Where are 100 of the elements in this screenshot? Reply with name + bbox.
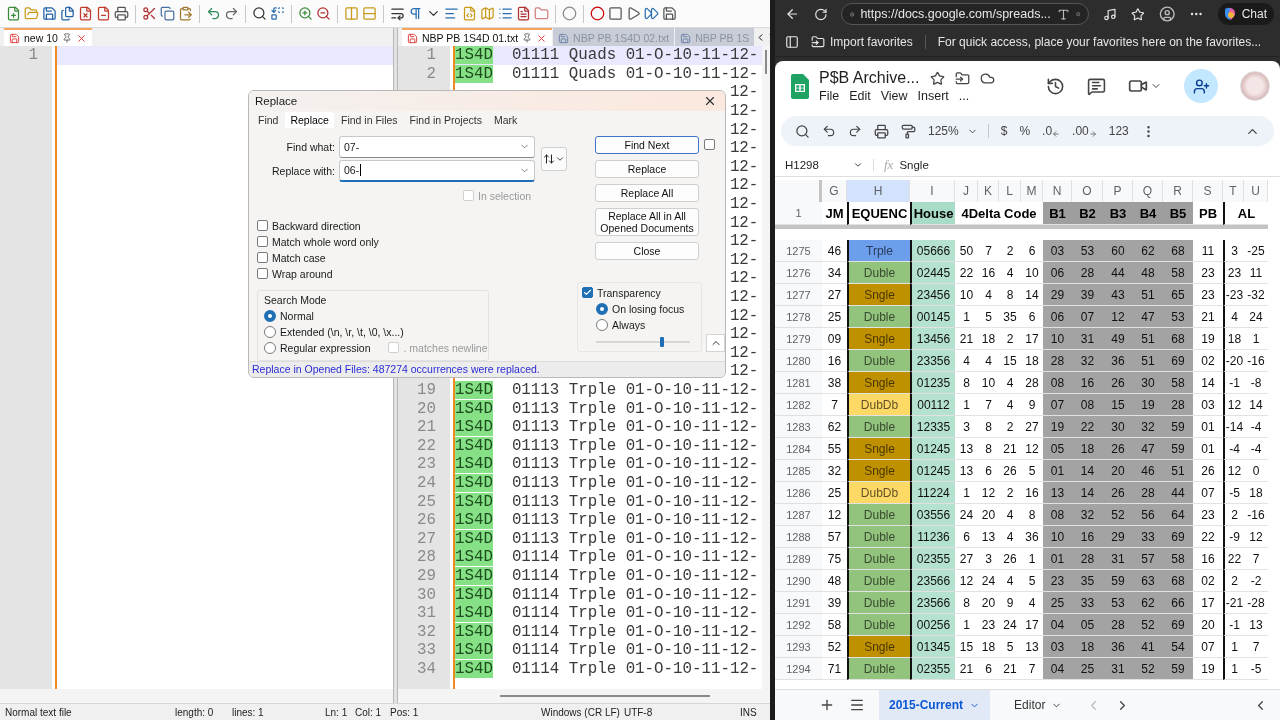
list-icon[interactable] [498,6,513,21]
file-minus-icon[interactable] [96,6,111,21]
scissors-icon[interactable] [142,6,157,21]
row-header[interactable]: 1282 [775,394,822,416]
radio-button[interactable] [596,318,608,331]
replace-icon[interactable] [270,6,285,21]
play-icon[interactable] [626,6,641,21]
checkbox[interactable] [257,236,268,248]
files-icon[interactable] [60,6,75,21]
dialog-tab[interactable]: Replace [285,111,334,128]
row-header[interactable]: 1294 [775,658,822,680]
checkbox[interactable] [257,220,268,232]
folder-icon[interactable] [534,6,549,21]
copy-icon[interactable] [160,6,175,21]
radio-button[interactable] [264,341,276,354]
column-header[interactable]: U [1244,180,1268,202]
music-icon[interactable] [1103,6,1117,22]
comment-icon[interactable] [1087,76,1106,96]
format-button[interactable]: % [1019,124,1031,138]
menu-item[interactable]: ... [958,89,970,103]
dialog-tab[interactable]: Mark [488,111,523,128]
row-header[interactable]: 1281 [775,372,822,394]
format-button[interactable]: $ [1000,124,1008,138]
profile-icon[interactable] [1158,5,1176,23]
checkbox[interactable] [257,252,268,264]
scrollbar[interactable] [0,689,393,703]
format-button[interactable]: 123 [1108,124,1129,138]
row-header[interactable]: 1280 [775,350,822,372]
row-header[interactable]: 1288 [775,526,822,548]
row-header[interactable]: 1284 [775,438,822,460]
row-header[interactable]: 1 [775,202,822,225]
scrollbar[interactable] [398,689,770,703]
add-sheet-icon[interactable] [819,697,835,713]
sheet-tab[interactable]: Editor [1004,690,1073,720]
favorites-icon[interactable] [1130,6,1145,22]
menu-item[interactable]: View [880,89,908,103]
close-file-icon[interactable] [78,6,93,21]
file-tab[interactable]: NBP PB 1S4D 01.txt [402,28,553,46]
radio-button[interactable] [596,302,608,315]
sheet-tab[interactable]: 2015-Current [879,690,991,720]
row-header[interactable]: 1278 [775,306,822,328]
redo-icon[interactable] [224,6,239,21]
row-header[interactable]: 1290 [775,570,822,592]
align-left-icon[interactable] [444,6,459,21]
collapse-button[interactable] [706,333,725,352]
column-header[interactable]: R [1163,180,1193,202]
paint-format-icon[interactable] [901,123,916,139]
checkbox[interactable] [582,287,593,299]
scrollbar[interactable] [762,46,770,689]
name-box[interactable]: H1298 [785,158,874,171]
row-header[interactable]: 1292 [775,614,822,636]
undo-icon[interactable] [206,6,221,21]
radio-button[interactable] [264,309,276,322]
search-icon[interactable] [252,6,267,21]
dialog-button[interactable]: Find Next [595,135,699,154]
row-header[interactable]: 1276 [775,262,822,284]
record-icon[interactable] [590,6,605,21]
save-icon[interactable] [662,6,677,21]
menu-item[interactable]: Edit [849,89,871,103]
column-header[interactable]: L [999,180,1021,202]
row-header[interactable]: 1287 [775,504,822,526]
pilcrow-icon[interactable] [408,6,423,21]
column-header[interactable]: H [847,180,910,202]
dialog-button[interactable]: Close [595,241,699,260]
star-icon[interactable] [929,70,945,86]
column-header[interactable]: T [1223,180,1244,202]
address-bar[interactable]: https://docs.google.com/spreads... [841,3,1090,25]
dialog-button[interactable]: Replace [595,159,699,178]
checkbox[interactable] [257,268,268,280]
row-header[interactable]: 1289 [775,548,822,570]
format-button[interactable]: .0 [1042,124,1061,138]
back-icon[interactable] [785,6,800,22]
column-header[interactable]: J [955,180,978,202]
new-file-icon[interactable] [6,6,21,21]
column-header[interactable]: G [822,180,847,202]
formula-text[interactable]: Sngle [899,158,929,171]
reload-icon[interactable] [813,6,828,22]
share-button[interactable] [1184,69,1218,103]
column-header[interactable]: S [1193,180,1223,202]
row-header[interactable]: 1286 [775,482,822,504]
radio-button[interactable] [264,325,276,338]
dialog-button[interactable]: Replace All in All Opened Documents [595,207,699,236]
sidebar-icon[interactable] [785,35,799,49]
zoom-select[interactable]: 125% [928,124,989,138]
menu-item[interactable]: File [819,89,840,103]
row-header[interactable]: 1285 [775,460,822,482]
format-button[interactable]: .00 [1072,124,1097,138]
fast-forward-icon[interactable] [644,6,659,21]
row-header[interactable]: 1283 [775,416,822,438]
checkbox[interactable] [704,139,715,151]
spreadsheet-logo-icon[interactable] [791,73,809,99]
pin-icon[interactable] [522,33,533,43]
document-title[interactable]: P$B Archive... [819,69,920,87]
dialog-tab[interactable]: Find in Projects [404,111,487,128]
undo-icon[interactable] [822,124,836,138]
stop-icon[interactable] [608,6,623,21]
document-icon[interactable] [516,6,531,21]
column-header[interactable]: Q [1133,180,1163,202]
file-tab[interactable]: new 10 [4,28,92,46]
row-header[interactable]: 1277 [775,284,822,306]
